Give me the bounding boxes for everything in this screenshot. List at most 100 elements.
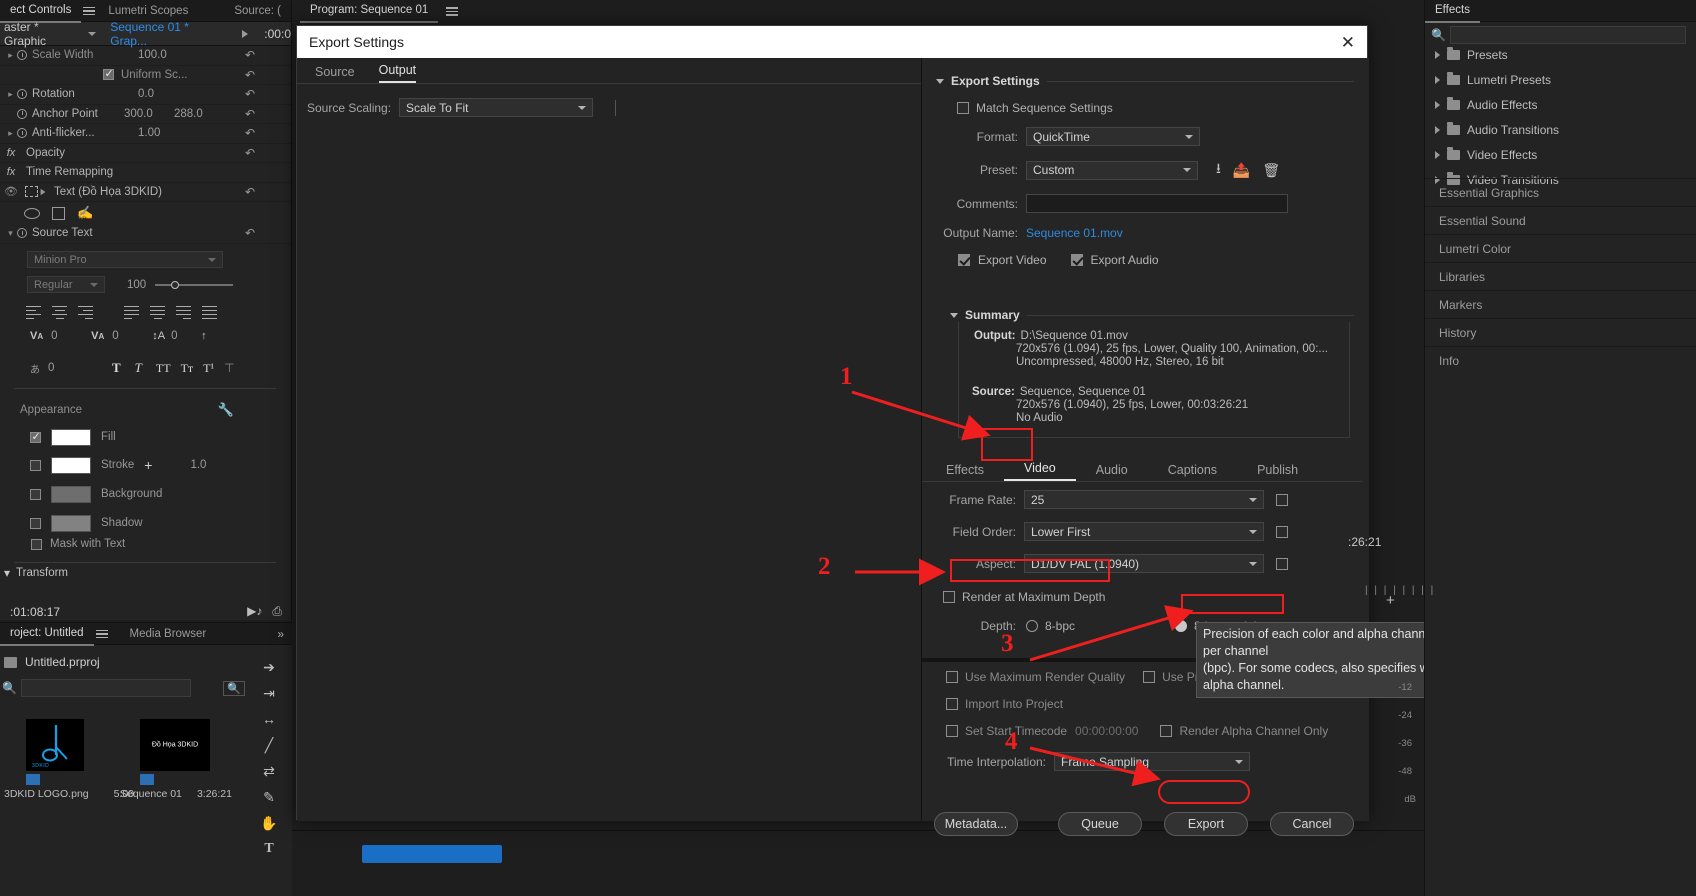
add-stroke-icon[interactable]: + [144, 457, 152, 473]
stopwatch-icon[interactable] [17, 108, 27, 119]
mask-with-text-checkbox[interactable] [31, 538, 42, 550]
property-row-text-layer[interactable]: 👁 Text (Đồ Họa 3DKID) ↶ [0, 183, 291, 202]
reset-icon[interactable]: ↶ [245, 107, 255, 121]
slip-tool-icon[interactable]: ⇄ [256, 758, 282, 784]
tree-item-presets[interactable]: Presets [1425, 42, 1696, 67]
import-into-project-checkbox[interactable] [946, 698, 958, 710]
depth-8bpc-radio[interactable] [1026, 620, 1038, 632]
pen-tool-icon[interactable]: ✍ [77, 206, 93, 220]
depth-8bpc-alpha-radio[interactable] [1175, 620, 1188, 632]
tab-effects[interactable]: Effects [1425, 0, 1480, 23]
panel-menu-icon[interactable] [95, 629, 108, 639]
tree-item-audio-transitions[interactable]: Audio Transitions [1425, 117, 1696, 142]
project-search-input[interactable] [20, 679, 191, 697]
reset-icon[interactable]: ↶ [245, 87, 255, 101]
chevron-down-icon[interactable]: ▾ [4, 228, 17, 239]
tree-item-audio-effects[interactable]: Audio Effects [1425, 92, 1696, 117]
close-icon[interactable]: ✕ [1341, 34, 1355, 51]
stopwatch-icon[interactable] [17, 128, 27, 139]
chevron-down-icon[interactable] [950, 312, 958, 318]
panel-tab-lumetri-color[interactable]: Lumetri Color [1425, 234, 1696, 262]
panel-tab-history[interactable]: History [1425, 318, 1696, 346]
match-sequence-settings-checkbox[interactable] [957, 102, 969, 114]
preset-select[interactable]: Custom [1026, 160, 1198, 180]
find-icon[interactable]: 🔍 [222, 680, 245, 696]
stopwatch-icon[interactable] [17, 89, 27, 100]
import-preset-icon[interactable]: 📤 [1233, 162, 1250, 179]
render-alpha-channel-only-row[interactable]: Render Alpha Channel Only [1160, 724, 1328, 738]
property-row-uniform-scale[interactable]: Uniform Sc... ↶ [0, 66, 291, 85]
expand-triangle-icon[interactable] [1435, 50, 1440, 59]
property-value[interactable]: 1.00 [138, 127, 195, 139]
all-caps-icon[interactable]: TT [156, 361, 171, 376]
tab-effects[interactable]: Effects [926, 463, 1004, 481]
eye-icon[interactable]: 👁 [4, 185, 18, 198]
tracking-value[interactable]: 0 [112, 330, 152, 342]
font-family-select[interactable]: Minion Pro [27, 251, 223, 268]
render-max-depth-row[interactable]: Render at Maximum Depth [943, 590, 1362, 604]
reset-icon[interactable]: ↶ [245, 48, 255, 62]
property-row-source-text[interactable]: ▾ Source Text ↶ [0, 224, 291, 244]
kerning-value[interactable]: 0 [51, 330, 91, 342]
reset-icon[interactable]: ↶ [245, 68, 255, 82]
property-row-anchor-point[interactable]: Anchor Point 300.0 288.0 ↶ [0, 105, 291, 124]
render-max-depth-checkbox[interactable] [943, 591, 955, 603]
stopwatch-icon[interactable] [17, 228, 27, 239]
panel-tab-essential-graphics[interactable]: Essential Graphics [1425, 178, 1696, 206]
justify-last-left-icon[interactable] [124, 305, 141, 320]
align-center-icon[interactable] [52, 305, 69, 320]
reset-icon[interactable]: ↶ [245, 226, 255, 240]
cancel-button[interactable]: Cancel [1270, 812, 1354, 836]
panel-menu-icon[interactable] [83, 6, 96, 16]
subscript-icon[interactable]: ⊤ [224, 361, 234, 375]
disclosure-triangle-icon[interactable]: ▸ [4, 89, 17, 100]
ripple-edit-tool-icon[interactable]: ↔ [256, 706, 282, 732]
tab-audio[interactable]: Audio [1076, 463, 1148, 481]
output-name-value[interactable]: Sequence 01.mov [1026, 226, 1123, 240]
panel-menu-icon[interactable] [446, 6, 459, 16]
stroke-color-swatch[interactable] [51, 456, 91, 474]
font-size-slider[interactable] [155, 281, 233, 289]
font-size-value[interactable]: 100 [127, 279, 155, 291]
superscript-icon[interactable]: T¹ [203, 361, 214, 376]
export-settings-header[interactable]: Export Settings [936, 74, 1354, 88]
italic-icon[interactable]: T [135, 360, 142, 376]
ellipse-tool-icon[interactable] [24, 207, 40, 219]
time-interpolation-select[interactable]: Frame Sampling [1054, 752, 1250, 771]
shadow-color-swatch[interactable] [51, 514, 91, 532]
aspect-override-checkbox[interactable] [1276, 557, 1288, 570]
field-order-select[interactable]: Lower First [1024, 522, 1264, 541]
frame-rate-override-checkbox[interactable] [1276, 493, 1288, 506]
project-item-1[interactable]: Đồ Họa 3DKID [140, 719, 210, 785]
format-select[interactable]: QuickTime [1026, 127, 1200, 146]
align-left-icon[interactable] [26, 305, 43, 320]
tab-source[interactable]: Source: ( [224, 0, 291, 22]
export-button[interactable]: Export [1164, 812, 1248, 836]
uniform-scale-checkbox[interactable] [103, 67, 114, 81]
shadow-checkbox[interactable] [30, 517, 41, 529]
summary-header[interactable]: Summary [950, 308, 1354, 322]
panel-tab-markers[interactable]: Markers [1425, 290, 1696, 318]
tab-lumetri-scopes[interactable]: Lumetri Scopes [98, 0, 198, 22]
export-audio-checkbox[interactable] [1070, 254, 1083, 266]
razor-tool-icon[interactable]: ╱ [256, 732, 282, 758]
footer-icons[interactable]: ▶♪ ⎙ [247, 604, 282, 619]
stroke-width-value[interactable]: 1.0 [190, 459, 220, 471]
render-alpha-channel-only-checkbox[interactable] [1160, 725, 1173, 737]
tab-source[interactable]: Source [315, 65, 355, 83]
tree-item-lumetri-presets[interactable]: Lumetri Presets [1425, 67, 1696, 92]
match-sequence-settings-row[interactable]: Match Sequence Settings [957, 101, 1354, 115]
use-previews-checkbox[interactable] [1143, 671, 1156, 683]
field-order-override-checkbox[interactable] [1276, 525, 1288, 538]
chevron-down-icon[interactable]: ▾ [4, 566, 10, 580]
tab-captions[interactable]: Captions [1148, 463, 1237, 481]
start-timecode-value[interactable]: 00:00:00:00 [1075, 724, 1138, 738]
fill-color-swatch[interactable] [51, 428, 91, 446]
font-style-select[interactable]: Regular [27, 276, 105, 293]
expand-triangle-icon[interactable] [1435, 150, 1440, 159]
background-color-swatch[interactable] [51, 485, 91, 503]
use-max-render-quality-row[interactable]: Use Maximum Render Quality [946, 670, 1125, 684]
tsume-value[interactable]: 0 [48, 362, 112, 374]
property-row-anti-flicker[interactable]: ▸ Anti-flicker... 1.00 ↶ [0, 124, 291, 144]
panel-tab-essential-sound[interactable]: Essential Sound [1425, 206, 1696, 234]
